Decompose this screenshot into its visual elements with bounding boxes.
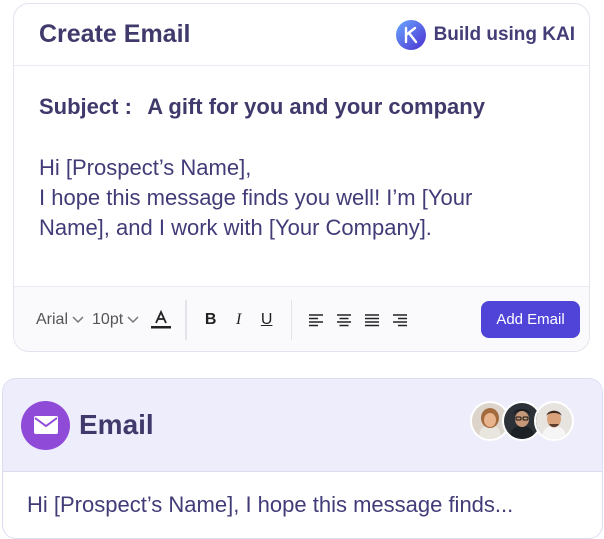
add-email-button[interactable]: Add Email <box>481 301 580 338</box>
collaborator-avatars <box>470 401 574 441</box>
email-card-title: Email <box>79 409 154 440</box>
chevron-down-icon <box>127 315 139 323</box>
mail-icon-badge <box>21 400 70 450</box>
font-family-value: Arial <box>36 310 69 328</box>
align-right-button[interactable] <box>386 306 414 334</box>
subject-value: A gift for you and your company <box>147 94 485 119</box>
toolbar-divider <box>290 299 293 340</box>
chevron-down-icon <box>72 315 84 323</box>
align-center-button[interactable] <box>330 306 358 334</box>
font-family-select[interactable]: Arial <box>36 311 84 329</box>
build-using-kai-button[interactable]: Build using KAI <box>395 19 575 50</box>
align-left-button[interactable] <box>302 306 330 334</box>
kai-logo-icon <box>395 19 426 50</box>
align-justify-icon <box>365 313 380 326</box>
email-card-header: Email <box>3 379 602 471</box>
font-color-button[interactable] <box>147 306 175 334</box>
avatar <box>534 401 574 441</box>
create-email-title: Create Email <box>39 20 191 48</box>
subject-label: Subject : <box>39 94 132 119</box>
formatting-toolbar: Arial 10pt B I U Add Email <box>14 286 589 351</box>
email-preview-text: Hi [Prospect’s Name], I hope this messag… <box>3 471 602 538</box>
align-justify-button[interactable] <box>358 306 386 334</box>
body-greeting: Hi [Prospect’s Name], <box>39 155 252 180</box>
font-size-select[interactable]: 10pt <box>92 311 139 329</box>
email-preview-card[interactable]: Email Hi [Prospect’s Name], I hope this … <box>2 378 603 539</box>
body-line-2: Name], and I work with [Your Company]. <box>39 215 432 240</box>
font-size-value: 10pt <box>92 310 124 328</box>
mail-icon <box>33 416 58 434</box>
align-center-icon <box>337 313 352 326</box>
create-email-header: Create Email Build using KAI <box>14 4 589 66</box>
kai-label: Build using KAI <box>433 23 575 45</box>
italic-button[interactable]: I <box>225 306 253 334</box>
email-editor[interactable]: Subject : A gift for you and your compan… <box>14 66 589 243</box>
subject-line: Subject : A gift for you and your compan… <box>39 94 564 120</box>
underline-button[interactable]: U <box>253 306 281 334</box>
toolbar-divider <box>185 299 187 340</box>
align-right-icon <box>393 313 408 326</box>
create-email-card: Create Email Build using KAI Subject : A… <box>13 3 590 352</box>
font-color-icon <box>151 309 172 328</box>
align-left-icon <box>309 313 324 326</box>
bold-button[interactable]: B <box>197 306 225 334</box>
email-body: Hi [Prospect’s Name], I hope this messag… <box>39 153 564 243</box>
body-line-1: I hope this message finds you well! I’m … <box>39 185 473 210</box>
